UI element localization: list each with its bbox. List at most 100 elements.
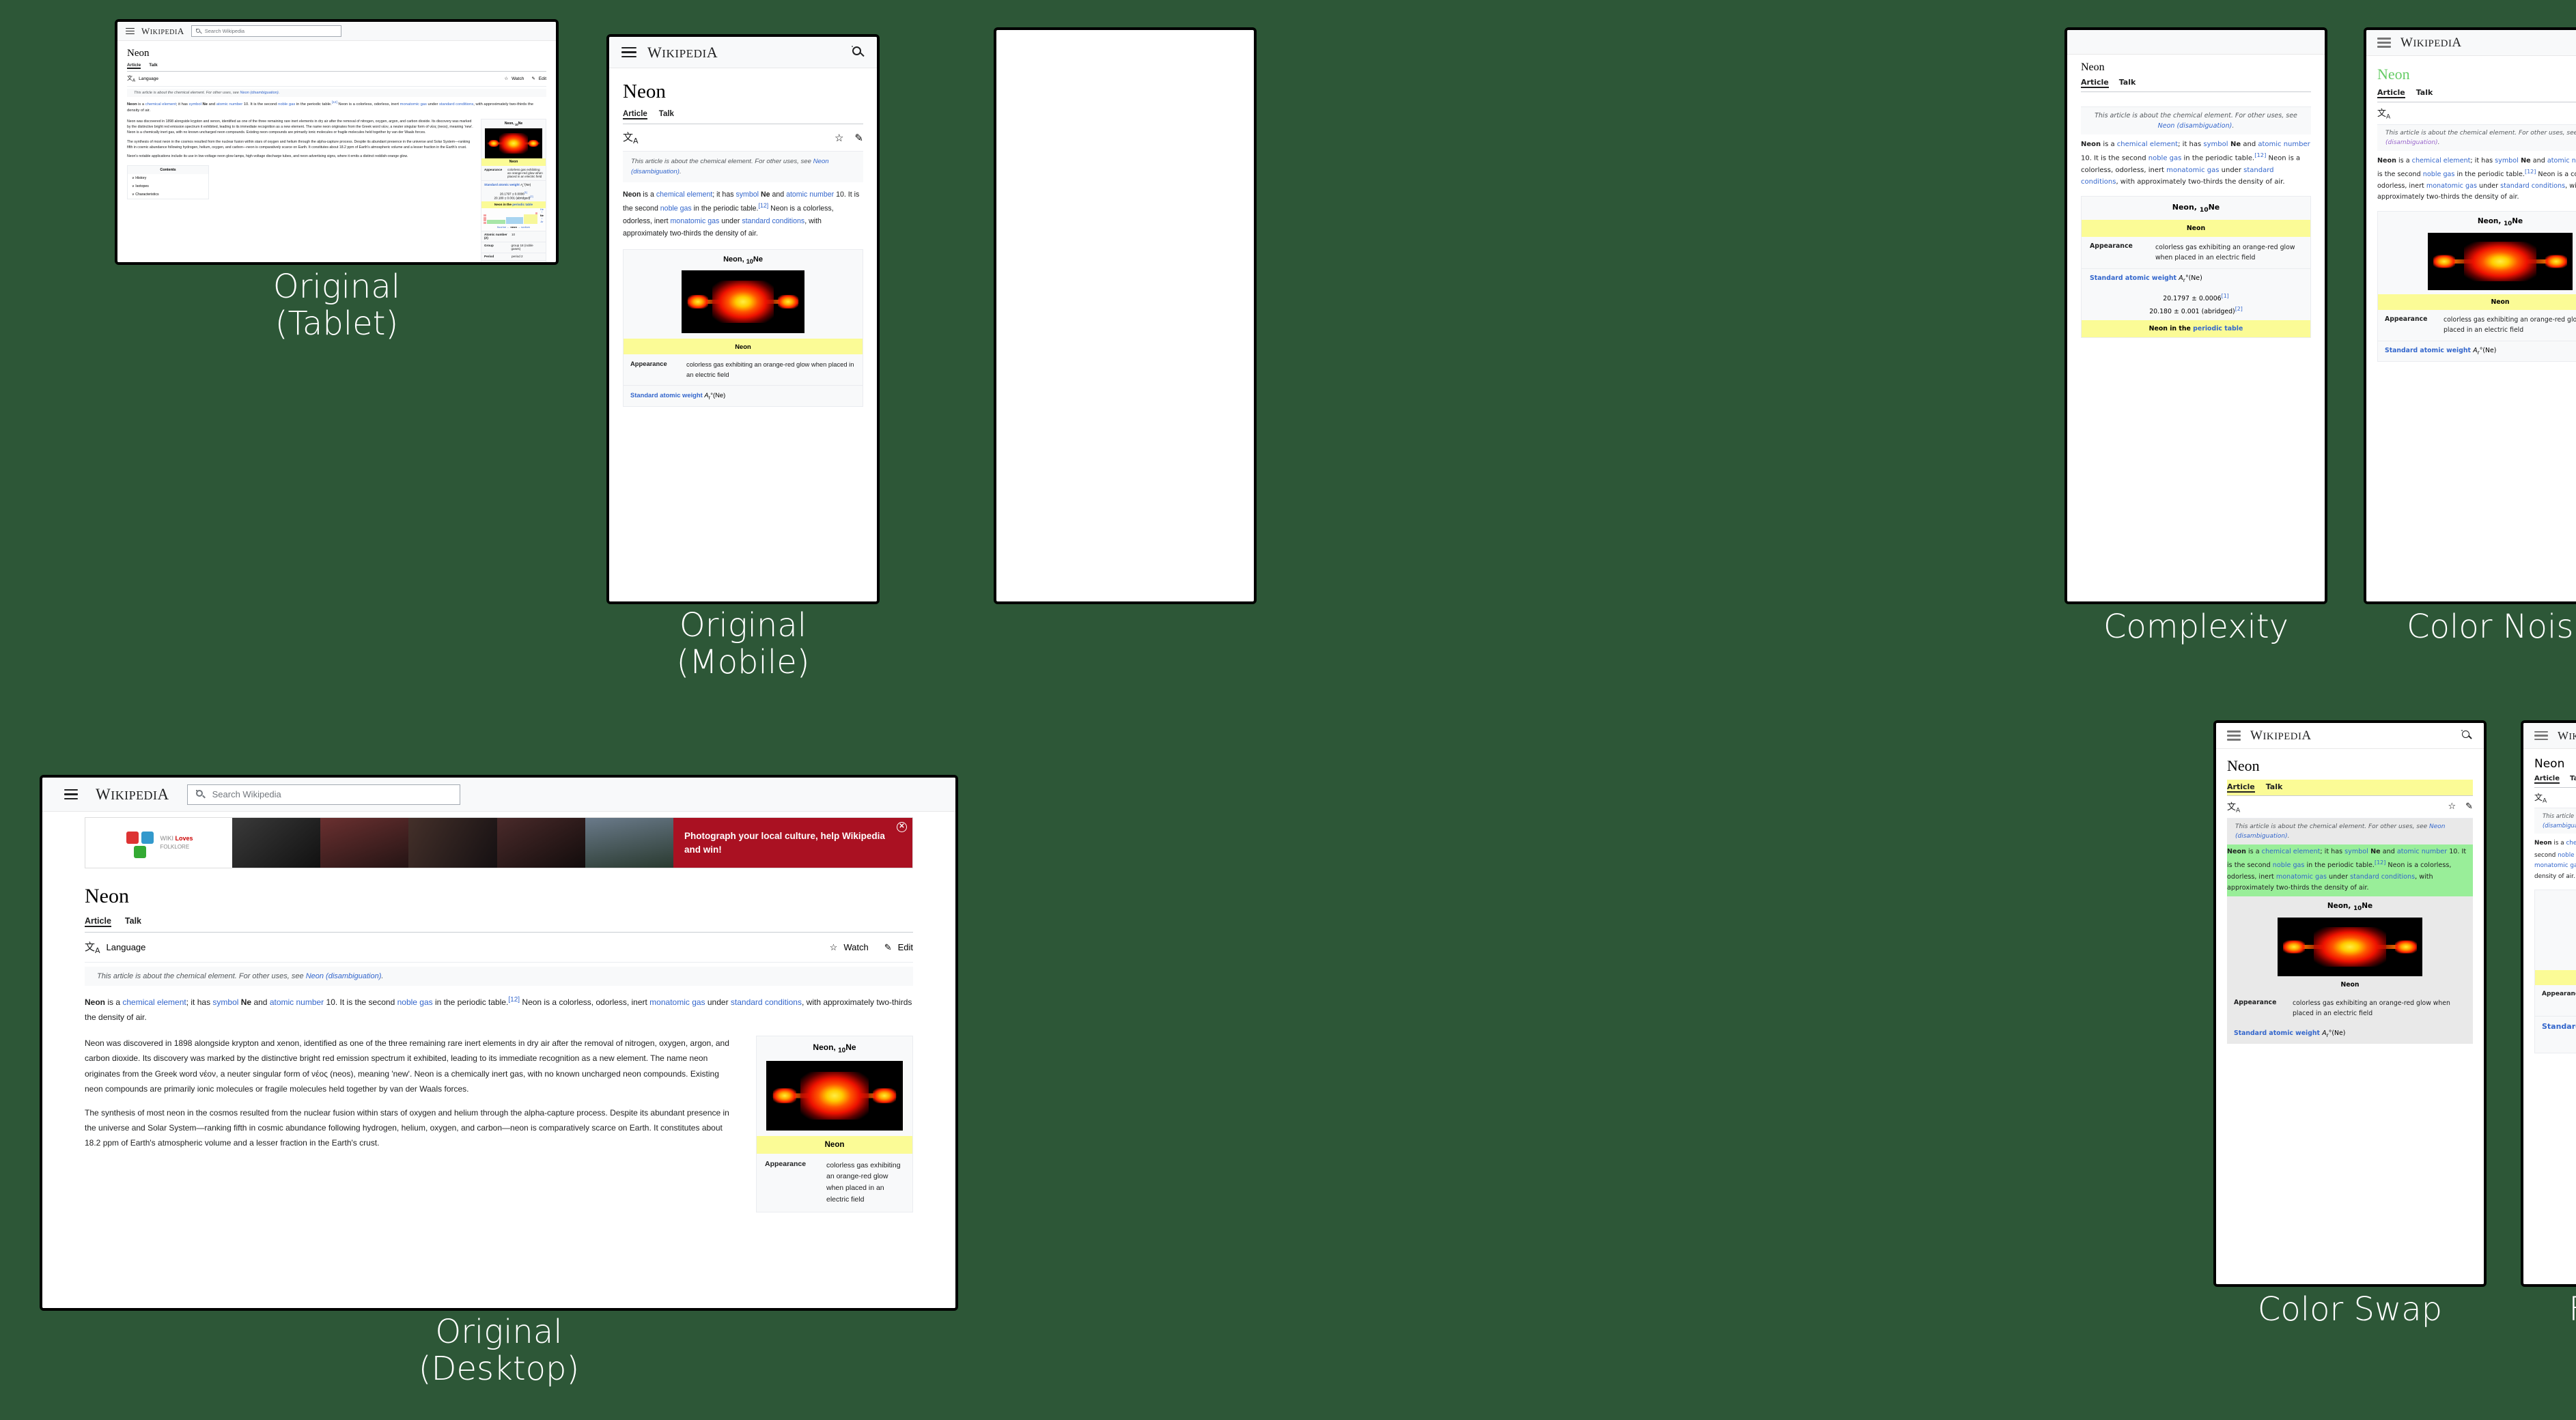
tab-article[interactable]: Article xyxy=(2081,78,2109,88)
menu-icon[interactable] xyxy=(621,46,636,58)
language-icon[interactable]: 文A xyxy=(2377,106,2390,121)
watch-label[interactable]: Watch xyxy=(843,942,868,952)
wikipedia-logo[interactable]: WIKIPEDIA xyxy=(141,26,184,37)
tab-talk[interactable]: Talk xyxy=(125,916,141,927)
infobox-saw-values: 20.1797 ± 0.0006[1] 20.180 ± 0.001 (abri… xyxy=(494,190,533,200)
tab-article[interactable]: Article xyxy=(127,63,141,69)
tab-article[interactable]: Article xyxy=(623,110,647,119)
search-icon xyxy=(195,789,206,799)
tool-row xyxy=(2081,92,2311,107)
wikipedia-logo[interactable]: WIKIPEDIA xyxy=(2400,36,2462,51)
page-title: Neon xyxy=(2227,757,2260,774)
banner-logo: WIKI Loves FOLKLORE xyxy=(85,818,232,868)
infobox-saw-label: Standard atomic weight Ar°(Ne) xyxy=(2082,268,2310,289)
language-icon: 文A xyxy=(127,75,136,83)
infobox-saw-label: Standard atomic weight Ar°(Ne) xyxy=(2535,1015,2576,1038)
infobox-appearance-row: Appearance colorless gas exhibiting an o… xyxy=(2234,998,2450,1017)
search-input[interactable]: Search Wikipedia xyxy=(186,784,460,805)
tab-article[interactable]: Article xyxy=(2377,88,2405,98)
watch-star-icon[interactable]: ☆ xyxy=(2448,801,2456,812)
search-input[interactable]: Search Wikipedia xyxy=(191,25,341,37)
hatnote-link[interactable]: Neon (disambiguation) xyxy=(306,972,382,980)
language-icon[interactable]: 文A xyxy=(2227,799,2240,814)
panel-complexity-inner[interactable]: Neon Article Talk This article is about … xyxy=(2064,27,2327,604)
edit-pencil-icon[interactable]: ✎ xyxy=(531,76,535,81)
infobox-appearance-row: Appearance colorless gas exhibiting an o… xyxy=(484,167,543,178)
wikipedia-logo[interactable]: WIKIPEDIA xyxy=(96,786,169,804)
panel-original-mobile[interactable]: WIKIPEDIA Neon Article Talk 文A ☆ ✎ This … xyxy=(606,34,880,604)
edit-pencil-icon[interactable]: ✎ xyxy=(2465,801,2473,812)
left-column: WIKIPEDIA Search Wikipedia Neon Article … xyxy=(0,0,994,1420)
edit-label[interactable]: Edit xyxy=(539,76,546,81)
language-label[interactable]: Language xyxy=(107,942,146,952)
edit-pencil-icon[interactable]: ✎ xyxy=(884,942,892,953)
tab-talk[interactable]: Talk xyxy=(2266,782,2283,793)
wikipedia-logo[interactable]: WIKIPEDIA xyxy=(2558,729,2576,743)
tab-talk[interactable]: Talk xyxy=(149,63,158,69)
tool-row: 文A ☆ ✎ xyxy=(2534,788,2576,809)
menu-icon[interactable] xyxy=(64,789,78,800)
language-label[interactable]: Language xyxy=(139,76,158,81)
tab-talk[interactable]: Talk xyxy=(2416,88,2433,98)
panel-original-desktop[interactable]: WIKIPEDIA Search Wikipedia WIKI Loves FO… xyxy=(40,775,958,1311)
toc-item[interactable]: ∨ Characteristics xyxy=(128,190,208,199)
panel-color-swap[interactable]: WIKIPEDIA Neon Article Talk 文A ☆ ✎ This … xyxy=(2213,720,2487,1287)
banner-photo-strip xyxy=(232,818,674,868)
lead-paragraph: Neon is a chemical element; it has symbo… xyxy=(2377,157,2576,201)
tool-row: 文A ☆ ✎ xyxy=(2227,796,2473,819)
neon-discharge-image xyxy=(2278,917,2422,976)
search-icon[interactable] xyxy=(2461,730,2473,741)
menu-icon[interactable] xyxy=(2227,730,2241,741)
lead-paragraph: Neon is a chemical element; it has symbo… xyxy=(127,100,533,113)
infobox-saw-label: Standard atomic weight Ar°(Ne) xyxy=(2234,1030,2346,1039)
wikipedia-logo[interactable]: WIKIPEDIA xyxy=(2250,728,2312,743)
search-icon[interactable] xyxy=(852,46,865,59)
panel-original-tablet[interactable]: WIKIPEDIA Search Wikipedia Neon Article … xyxy=(115,19,559,265)
tool-row: 文A ☆ ✎ xyxy=(623,124,863,152)
edit-pencil-icon[interactable]: ✎ xyxy=(854,132,863,144)
watch-star-icon[interactable]: ☆ xyxy=(835,132,843,144)
color-swap-header: WIKIPEDIA xyxy=(2216,723,2484,749)
infobox: Neon, 10Ne Neon Appearance colorless gas… xyxy=(2081,195,2311,339)
tab-article[interactable]: Article xyxy=(2227,782,2255,793)
search-placeholder-text: Search Wikipedia xyxy=(204,28,245,34)
caption-original-mobile: Original (Mobile) xyxy=(676,606,810,681)
tabs: Article Talk xyxy=(127,63,546,72)
tool-row: 文A ☆ ✎ xyxy=(2377,102,2576,125)
wikipedia-logo[interactable]: WIKIPEDIA xyxy=(647,44,718,61)
language-icon[interactable]: 文A xyxy=(2534,791,2547,804)
menu-icon[interactable] xyxy=(2534,730,2548,741)
infobox-name-bar: Neon xyxy=(2378,294,2576,310)
infobox-row: Period period 2 xyxy=(481,252,546,260)
hatnote-link[interactable]: Neon (disambiguation) xyxy=(2158,122,2232,130)
hatnote: This article is about the chemical eleme… xyxy=(2534,808,2576,834)
menu-icon[interactable] xyxy=(2377,38,2391,48)
toc-item[interactable]: ∨ Isotopes xyxy=(128,182,208,190)
infobox-title: Neon, 10Ne xyxy=(504,121,523,126)
panel-font-swap[interactable]: WIKIPEDIA Neon Article Talk 文A xyxy=(2521,720,2576,1287)
campaign-banner[interactable]: WIKI Loves FOLKLORE Photograph your loca… xyxy=(85,817,913,868)
menu-icon[interactable] xyxy=(126,27,135,35)
edit-label[interactable]: Edit xyxy=(898,942,913,952)
tab-article[interactable]: Article xyxy=(2534,775,2560,784)
page-title: Neon xyxy=(623,81,666,102)
banner-close-icon[interactable]: ✕ xyxy=(897,822,907,832)
watch-star-icon[interactable]: ☆ xyxy=(504,76,508,81)
tab-talk[interactable]: Talk xyxy=(2570,775,2576,784)
hatnote-link[interactable]: Neon (disambiguation) xyxy=(240,91,278,95)
tool-row: 文A Language ☆ Watch ✎ Edit xyxy=(127,72,546,87)
paragraph-4: Neon's notable applications include its … xyxy=(127,154,408,159)
watch-label[interactable]: Watch xyxy=(512,76,524,81)
language-icon[interactable]: 文A xyxy=(623,130,639,145)
tab-article[interactable]: Article xyxy=(85,916,111,927)
infobox-saw-label: Standard atomic weight Ar°(Ne) xyxy=(2378,341,2576,361)
tab-talk[interactable]: Talk xyxy=(659,110,674,119)
toc-item[interactable]: ∨ History xyxy=(128,174,208,182)
panel-color-noise[interactable]: WIKIPEDIA Neon Article Talk 文A This arti… xyxy=(2364,27,2576,604)
tabs: Article Talk xyxy=(2377,88,2576,102)
desktop-header: WIKIPEDIA Search Wikipedia xyxy=(42,778,955,812)
watch-star-icon[interactable]: ☆ xyxy=(830,942,838,953)
tab-talk[interactable]: Talk xyxy=(2119,78,2136,88)
panel-complexity[interactable] xyxy=(994,27,1257,604)
neon-discharge-image xyxy=(682,270,804,334)
